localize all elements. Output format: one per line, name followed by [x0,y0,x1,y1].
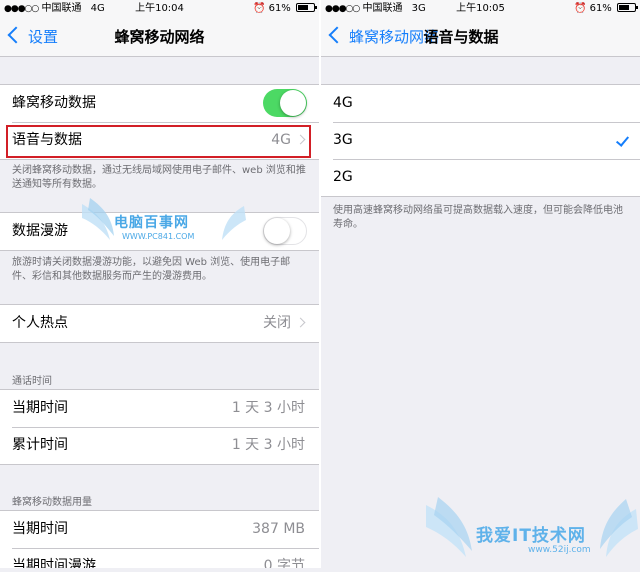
hotspot-group: 个人热点 关闭 [0,304,319,343]
checkmark-icon [615,133,630,147]
battery-icon [617,3,638,12]
option-row-2g[interactable]: 2G [321,159,640,196]
data-usage-group: 当期时间 387 MB 当期时间漫游 0 字节 [0,510,319,568]
cellular-footnote: 关闭蜂窝移动数据，通过无线局域网使用电子邮件、web 浏览和推送通知等所有数据。 [12,165,306,190]
alarm-icon: ⏰ [252,3,266,14]
data-usage-label: 当期时间漫游 [12,558,96,568]
hotspot-value: 关闭 [263,315,291,331]
cellular-data-row: 蜂窝移动数据 [0,85,319,122]
roaming-footnote: 旅游时请关闭数据漫游功能，以避免因 Web 浏览、使用电子邮件、彩信和其他数据服… [12,257,291,282]
chevron-left-icon [7,26,25,44]
call-time-header: 通话时间 [12,376,52,387]
network-footnote: 使用高速蜂窝移动网络虽可提高数据载入速度，但可能会降低电池寿命。 [333,205,623,230]
battery-percent: 61% [589,3,612,14]
chevron-right-icon [295,317,306,328]
data-usage-value: 387 MB [252,521,305,537]
battery-icon [296,3,317,12]
cellular-settings-screen: ●●●○○ 中国联通 4G 上午10:04 ⏰ 61% 设置 蜂窝移动网络 蜂窝… [0,0,319,568]
call-time-group: 当期时间 1 天 3 小时 累计时间 1 天 3 小时 [0,389,319,465]
navigation-bar: 蜂窝移动网络 语音与数据 [321,18,640,57]
cellular-data-label: 蜂窝移动数据 [12,95,96,111]
hotspot-label: 个人热点 [12,315,68,331]
cellular-group: 蜂窝移动数据 语音与数据 4G [0,84,319,160]
back-button-cellular[interactable]: 蜂窝移动网络 [327,18,439,56]
status-bar: ●●●○○ 中国联通 4G 上午10:04 ⏰ 61% [0,0,319,18]
option-row-4g[interactable]: 4G [321,85,640,122]
option-label: 3G [333,132,353,148]
call-time-value: 1 天 3 小时 [231,437,305,453]
data-usage-header: 蜂窝移动数据用量 [12,497,92,508]
data-usage-row: 当期时间 387 MB [0,511,319,548]
back-label: 蜂窝移动网络 [349,28,440,46]
cellular-data-toggle[interactable] [263,89,307,117]
back-label: 设置 [28,28,59,46]
call-time-row: 累计时间 1 天 3 小时 [0,427,319,464]
battery-percent: 61% [268,3,291,14]
hotspot-row[interactable]: 个人热点 关闭 [0,305,319,342]
voice-data-row[interactable]: 语音与数据 4G [0,122,319,159]
network-options-group: 4G 3G 2G [321,84,640,197]
chevron-left-icon [328,26,346,44]
data-usage-value: 0 字节 [263,558,305,568]
voice-data-label: 语音与数据 [12,132,82,148]
call-time-row: 当期时间 1 天 3 小时 [0,390,319,427]
chevron-right-icon [295,134,306,145]
option-label: 4G [333,95,353,111]
back-button-settings[interactable]: 设置 [6,18,58,56]
voice-data-value: 4G [271,132,291,148]
navigation-bar: 设置 蜂窝移动网络 [0,18,319,57]
data-roaming-row: 数据漫游 [0,213,319,250]
roaming-group: 数据漫游 [0,212,319,251]
call-time-label: 当期时间 [12,400,68,416]
option-label: 2G [333,169,353,185]
call-time-value: 1 天 3 小时 [231,400,305,416]
status-bar: ●●●○○ 中国联通 3G 上午10:05 ⏰ 61% [321,0,640,18]
data-usage-row: 当期时间漫游 0 字节 [0,548,319,568]
option-row-3g[interactable]: 3G [321,122,640,159]
call-time-label: 累计时间 [12,437,68,453]
data-roaming-label: 数据漫游 [12,223,68,239]
data-roaming-toggle[interactable] [263,217,307,245]
alarm-icon: ⏰ [573,3,587,14]
voice-data-screen: ●●●○○ 中国联通 3G 上午10:05 ⏰ 61% 蜂窝移动网络 语音与数据… [321,0,640,568]
data-usage-label: 当期时间 [12,521,68,537]
